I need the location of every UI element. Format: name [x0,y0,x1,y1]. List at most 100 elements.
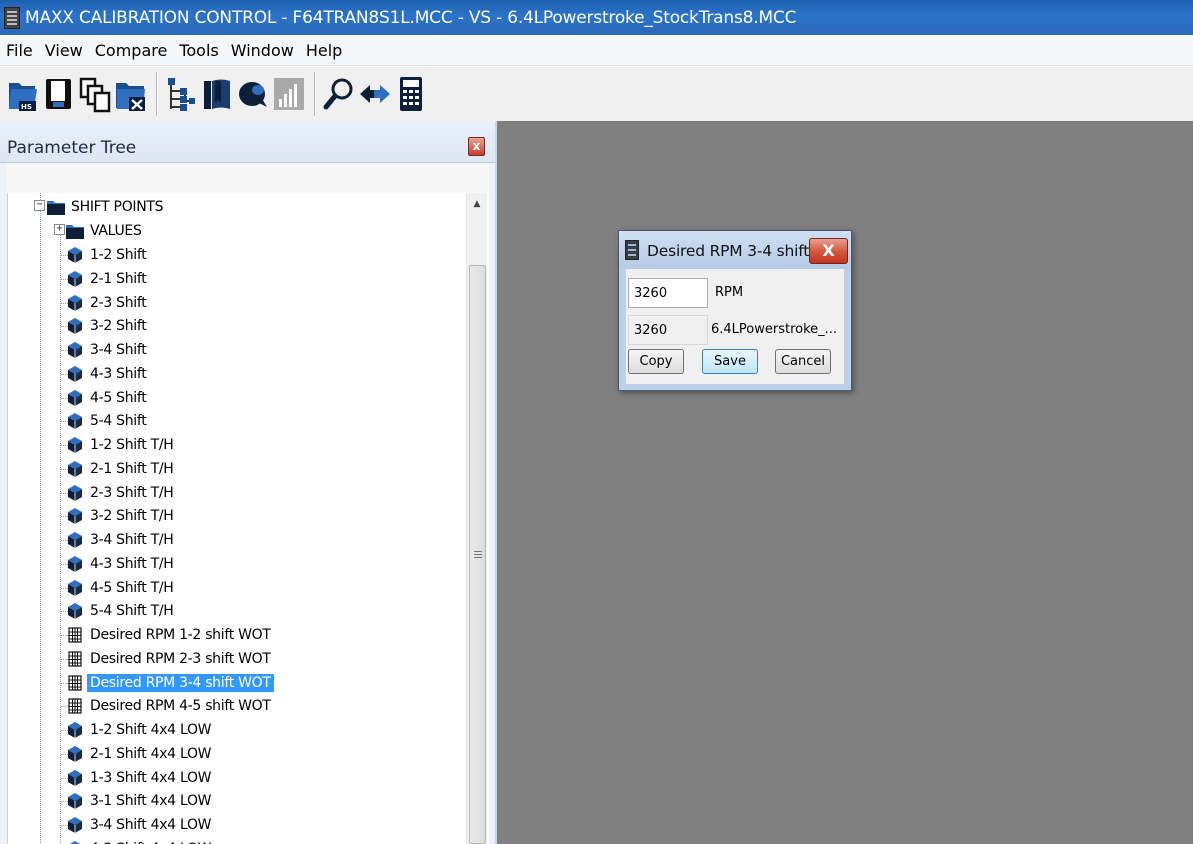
tree-item[interactable]: 5-4 Shift T/H [66,600,176,622]
tree-item[interactable]: 4-5 Shift T/H [66,577,176,599]
tree-label: VALUES [90,223,142,239]
folder-icon [47,198,65,216]
tree-item[interactable]: 2-3 Shift [66,292,149,314]
tree-item[interactable]: 1-2 Shift [66,244,149,266]
menu-compare[interactable]: Compare [89,41,174,60]
cube-icon [66,769,84,787]
app-icon [4,6,20,29]
tree-item[interactable]: Desired RPM 4-5 shift WOT [66,695,274,717]
calculator-icon[interactable] [394,73,428,115]
tree-item[interactable]: 3-4 Shift [66,339,149,361]
folder-icon [66,222,84,240]
scroll-thumb[interactable] [469,265,486,844]
tree-item-label: 3-4 Shift 4x4 LOW [90,817,212,833]
tree-item[interactable]: 4-3 Shift 4x4 LOW [66,838,214,844]
tree-item[interactable]: 3-2 Shift [66,315,149,337]
tree-item-label: 4-3 Shift [90,365,147,382]
window-titlebar: MAXX CALIBRATION CONTROL - F64TRAN8S1L.M… [0,0,1193,35]
dialog-close-button[interactable]: X [809,238,848,264]
tree-panel-close-button[interactable]: x [468,137,485,156]
dialog-title: Desired RPM 3-4 shift ... [647,242,829,260]
tree-item-label: 2-1 Shift [90,270,147,287]
tree-item[interactable]: 2-1 Shift 4x4 LOW [66,743,214,765]
tree-panel-title: Parameter Tree [7,138,137,158]
tree-panel-header: Parameter Tree x [0,121,495,163]
tree-item[interactable]: 1-2 Shift T/H [66,434,176,456]
dialog-titlebar[interactable]: Desired RPM 3-4 shift ... X [619,231,851,269]
compare-arrows-icon[interactable] [358,73,392,115]
expand-toggle[interactable]: + [54,224,65,235]
copy-button[interactable]: Copy [628,349,684,374]
parameter-tree-panel: Parameter Tree x − SHIFT POINTS + VALUES… [0,121,497,844]
cancel-button[interactable]: Cancel [775,349,831,374]
collapse-toggle[interactable]: − [34,200,45,211]
tree-item[interactable]: 4-3 Shift T/H [66,553,176,575]
cube-icon [66,745,84,763]
parameter-tree: − SHIFT POINTS + VALUES 1-2 Shift 2-1 Shi… [7,193,489,844]
scroll-grip-icon [474,551,482,559]
save-icon[interactable] [42,73,76,115]
tree-item-label: 3-2 Shift [90,318,147,335]
grid-value-icon [66,650,84,668]
tree-item[interactable]: 3-2 Shift T/H [66,505,176,527]
tree-item[interactable]: 2-1 Shift [66,268,149,290]
tree-item-label: 1-2 Shift T/H [90,437,174,453]
search-icon[interactable] [322,73,356,115]
cube-icon [66,294,84,312]
tree-item-label: 5-4 Shift [90,413,147,430]
tree-item[interactable]: 2-1 Shift T/H [66,458,176,480]
tree-item[interactable]: Desired RPM 2-3 shift WOT [66,648,274,670]
menu-tools[interactable]: Tools [173,41,224,60]
tree-item-label: 1-3 Shift 4x4 LOW [90,769,212,786]
toolbar-separator [314,72,316,116]
open-folder-hs-icon[interactable]: HS [6,73,40,115]
tree-item-label: 3-2 Shift T/H [90,508,174,525]
cube-icon [66,484,84,502]
tree-scrollbar[interactable]: ▲ [466,193,487,844]
tree-item[interactable]: 1-3 Shift 4x4 LOW [66,767,214,789]
tree-icon[interactable] [164,73,198,115]
compare-file-label: 6.4LPowerstroke_... [711,322,838,337]
tree-item[interactable]: 4-3 Shift [66,363,149,385]
menu-bar: File View Compare Tools Window Help [0,35,1193,66]
copy-files-icon[interactable] [78,73,112,115]
chat-bubble-icon[interactable] [236,73,270,115]
tree-item[interactable]: Desired RPM 1-2 shift WOT [66,624,274,646]
bar-chart-icon[interactable] [272,73,306,115]
tree-guide-line [40,193,41,844]
cube-icon [66,792,84,810]
tree-item[interactable]: 1-2 Shift 4x4 LOW [66,719,214,741]
compare-value-field: 3260 [628,315,708,345]
cube-icon [66,602,84,620]
tree-item[interactable]: Desired RPM 3-4 shift WOT [66,672,274,694]
menu-view[interactable]: View [39,41,89,60]
tree-node-values[interactable]: VALUES [66,220,145,242]
tree-item[interactable]: 3-4 Shift T/H [66,529,176,551]
tree-item-label: 4-3 Shift 4x4 LOW [87,840,214,844]
cube-icon [66,531,84,549]
menu-file[interactable]: File [0,41,39,60]
grid-value-icon [66,626,84,644]
cube-icon [66,341,84,359]
tree-item[interactable]: 4-5 Shift [66,387,149,409]
tree-item[interactable]: 5-4 Shift [66,410,149,432]
toolbar-separator [156,72,158,116]
tree-item[interactable]: 3-4 Shift 4x4 LOW [66,814,214,836]
menu-window[interactable]: Window [225,41,300,60]
cube-icon [66,460,84,478]
rpm-value-input[interactable]: 3260 [628,278,708,308]
tree-item[interactable]: 3-1 Shift 4x4 LOW [66,790,214,812]
tree-guide-line [60,225,61,844]
close-file-icon[interactable] [114,73,148,115]
menu-help[interactable]: Help [300,41,348,60]
tree-item-label: 4-3 Shift T/H [90,555,174,572]
tree-item-label: 1-2 Shift [90,247,147,263]
scroll-up-arrow-icon[interactable]: ▲ [467,193,487,215]
tree-item[interactable]: 2-3 Shift T/H [66,482,176,504]
book-icon[interactable] [200,73,234,115]
save-button[interactable]: Save [702,349,758,374]
tree-item-label: 2-1 Shift T/H [90,460,174,477]
tree-item-label: 2-1 Shift 4x4 LOW [90,745,212,762]
cube-icon [66,840,84,844]
tree-node-shift-points[interactable]: SHIFT POINTS [47,196,166,218]
